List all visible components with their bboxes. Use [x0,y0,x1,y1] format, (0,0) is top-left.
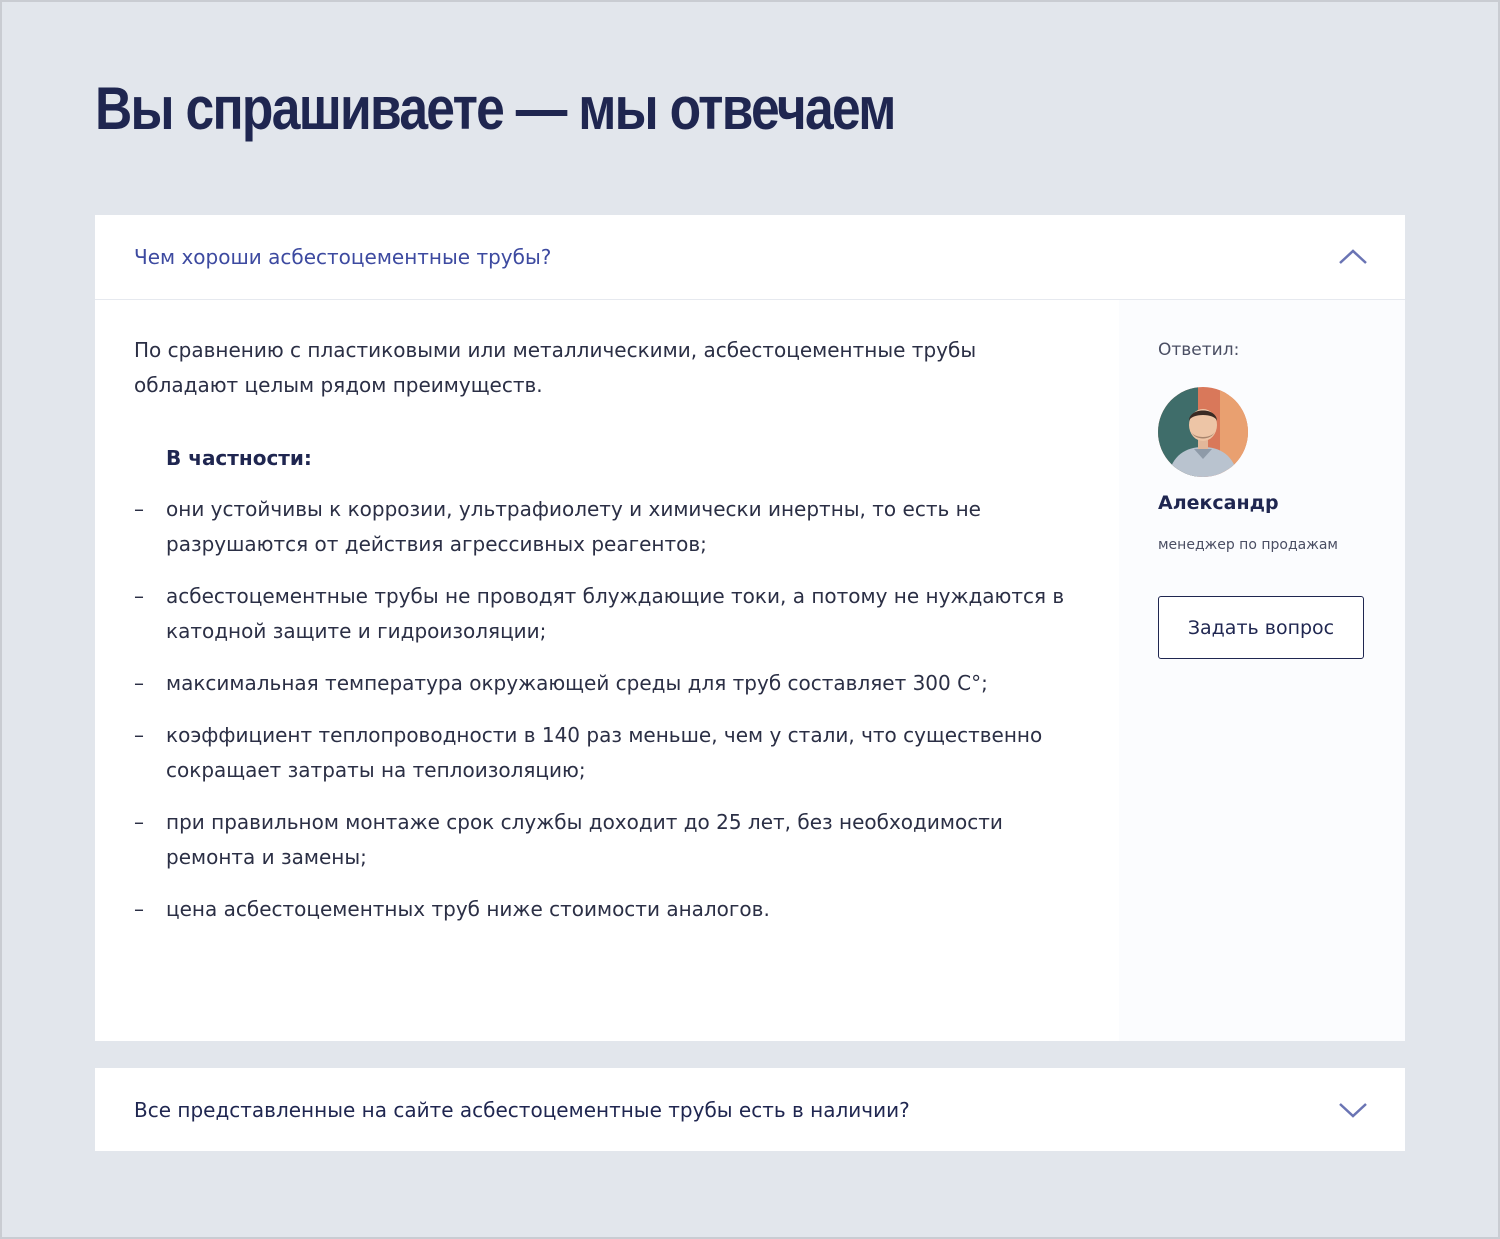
list-item: – асбестоцементные трубы не проводят блуж… [134,579,1074,649]
ask-question-button[interactable]: Задать вопрос [1158,596,1364,659]
page-title: Вы спрашиваете — мы отвечаем [95,75,896,142]
list-dash: – [134,584,144,608]
list-dash: – [134,671,144,695]
faq-answer-panel: По сравнению с пластиковыми или металлич… [95,300,1405,1041]
faq-answer: По сравнению с пластиковыми или металлич… [134,333,1074,944]
faq-item-header[interactable]: Все представленные на сайте асбестоцемен… [95,1068,1405,1152]
faq-question[interactable]: Все представленные на сайте асбестоцемен… [134,1096,910,1124]
manager-role: менеджер по продажам [1158,537,1338,553]
list-dash: – [134,810,144,834]
answered-by-label: Ответил: [1158,340,1240,360]
answer-subheading: В частности: [166,446,312,470]
list-item: – цена асбестоцементных труб ниже стоимос… [134,892,1074,927]
user-avatar-photo [1158,387,1248,477]
answer-intro: По сравнению с пластиковыми или металлич… [134,338,977,397]
faq-item-header[interactable]: Чем хороши асбестоцементные трубы? [95,215,1405,300]
list-dash: – [134,723,144,747]
chevron-up-icon[interactable] [1337,241,1369,273]
list-item-text: при правильном монтаже срок службы доход… [166,810,1003,869]
manager-name: Александр [1158,492,1279,514]
list-item: – они устойчивы к коррозии, ультрафиолету… [134,492,1074,562]
list-item: – коэффициент теплопроводности в 140 раз … [134,718,1074,788]
advantages-list: – они устойчивы к коррозии, ультрафиолету… [134,492,1074,927]
faq-question[interactable]: Чем хороши асбестоцементные трубы? [134,243,551,271]
faq-item-expanded: Чем хороши асбестоцементные трубы? По ср… [95,215,1405,1041]
chevron-down-icon[interactable] [1337,1094,1369,1126]
list-dash: – [134,497,144,521]
answered-by-panel: Ответил: Александр менеджер по продажам … [1119,300,1405,1041]
list-dash: – [134,897,144,921]
list-item-text: максимальная температура окружающей сред… [166,671,988,695]
avatar [1158,387,1248,477]
list-item-text: цена асбестоцементных труб ниже стоимост… [166,897,770,921]
list-item-text: они устойчивы к коррозии, ультрафиолету … [166,497,981,556]
list-item-text: коэффициент теплопроводности в 140 раз м… [166,723,1043,782]
faq-item-collapsed[interactable]: Все представленные на сайте асбестоцемен… [95,1068,1405,1151]
list-item-text: асбестоцементные трубы не проводят блужд… [166,584,1065,643]
list-item: – максимальная температура окружающей сре… [134,666,1074,701]
list-item: – при правильном монтаже срок службы дохо… [134,805,1074,875]
